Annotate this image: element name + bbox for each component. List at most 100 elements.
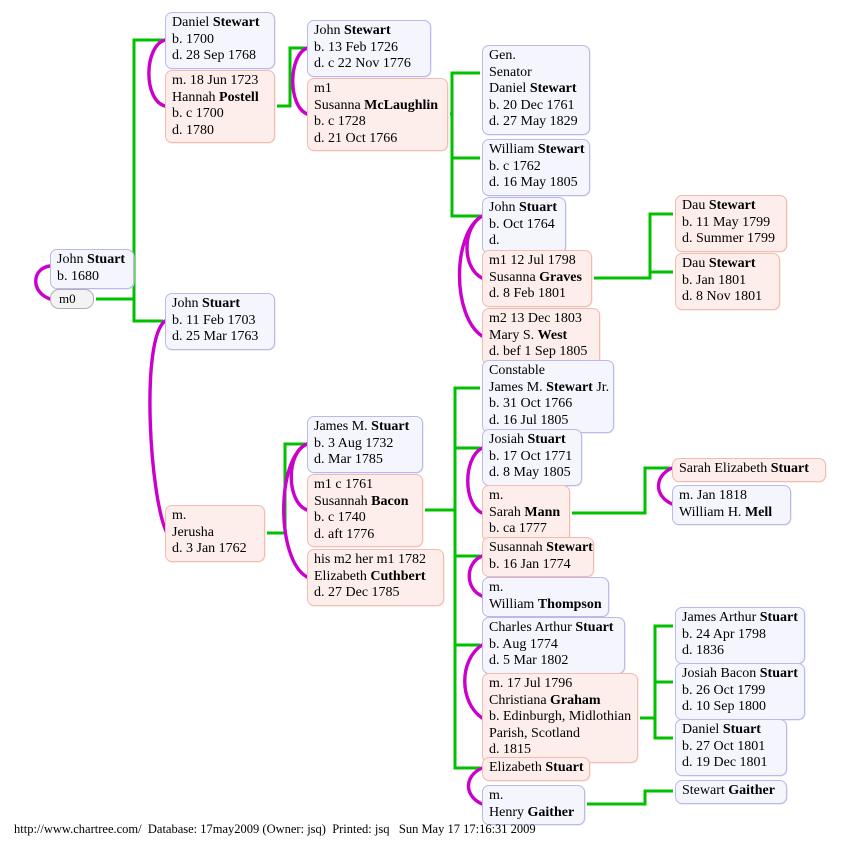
person-box[interactable]: John Stuart b. Oct 1764 d. — [482, 197, 566, 254]
union-box[interactable]: Dau Stewart b. 11 May 1799 d. Summer 1799 — [675, 195, 787, 252]
node-text-line: d. 5 Mar 1802 — [489, 653, 569, 668]
descent-to-stewart-gaither — [587, 789, 673, 806]
person-box[interactable]: Daniel Stewart b. 1700 d. 28 Sep 1768 — [165, 12, 275, 69]
person-box[interactable]: Daniel Stuart b. 27 Oct 1801 d. 19 Dec 180… — [675, 719, 787, 776]
person-box[interactable]: James M. Stuart b. 3 Aug 1732 d. Mar 1785 — [307, 416, 423, 473]
node-text-line: Susanna McLaughlin — [314, 97, 439, 113]
person-box[interactable]: Constable James M. Stewart Jr. b. 31 Oct 1… — [482, 360, 614, 433]
node-text-line: b. 26 Oct 1799 — [682, 682, 766, 698]
node-text-line: Parish, Scotland — [489, 725, 580, 741]
marriage-link-john-stuart-1764-1 — [465, 214, 484, 280]
descent-to-daniel-stuart-1801 — [653, 718, 673, 740]
node-text-line: William Thompson — [489, 596, 602, 612]
person-box[interactable]: Charles Arthur Stuart b. Aug 1774 d. 5 Mar… — [482, 617, 625, 674]
node-text-line: m. — [489, 488, 504, 503]
person-box[interactable]: m. Jan 1818 William H. Mell — [672, 485, 791, 525]
marriage-link-john-stuart-1764-2 — [457, 214, 484, 338]
person-box[interactable]: William Stewart b. c 1762 d. 16 May 1805 — [482, 139, 590, 196]
node-text-line: b. Aug 1774 — [489, 636, 558, 652]
node-text-line: d. aft 1776 — [314, 526, 375, 542]
descent-to-susannah-stewart — [453, 510, 480, 558]
node-text-line: d. Summer 1799 — [682, 231, 775, 246]
person-box[interactable]: James Arthur Stuart b. 24 Apr 1798 d. 1836 — [675, 607, 805, 664]
node-text-line: b. 24 Apr 1798 — [682, 626, 766, 642]
node-text-line: d. 28 Sep 1768 — [172, 48, 256, 63]
person-box[interactable]: John Stewart b. 13 Feb 1726 d. c 22 Nov 17… — [307, 20, 431, 77]
marriage-link-daniel-stewart — [147, 38, 167, 108]
person-box[interactable]: Josiah Bacon Stuart b. 26 Oct 1799 d. 10 S… — [675, 663, 805, 720]
node-text-line: d. 10 Sep 1800 — [682, 699, 766, 714]
descent-to-josiah-stuart — [453, 446, 480, 510]
node-text-line: Constable — [489, 363, 545, 378]
node-text-line: m1 c 1761 — [314, 477, 374, 492]
marriage-link-john-stuart-1703 — [148, 319, 169, 535]
node-text-line: Daniel Stewart — [489, 81, 577, 96]
node-text-line: d. 8 May 1805 — [489, 465, 571, 480]
node-text-line: Senator — [489, 64, 532, 80]
union-box[interactable]: Susannah Stewart b. 16 Jan 1774 — [482, 537, 594, 577]
union-box[interactable]: m. 17 Jul 1796 Christiana Graham b. Edinbu… — [482, 673, 638, 763]
family-tree-chart: John Stuart b. 1680 m0 Daniel Stewart b. 170… — [0, 0, 843, 858]
descent-to-constable-james-m-stewart — [453, 386, 480, 510]
union-box[interactable]: m1 Susanna McLaughlin b. c 1728 d. 21 Oct 1… — [307, 78, 448, 151]
node-text-line: b. 1680 — [57, 268, 99, 284]
person-box[interactable]: Gen. Senator Daniel Stewart b. 20 Dec 1761 d… — [482, 45, 590, 135]
union-box[interactable]: Dau Stewart b. Jan 1801 d. 8 Nov 1801 — [675, 253, 780, 310]
node-text-line: d. 27 May 1829 — [489, 114, 578, 129]
node-text-line: Josiah Stuart — [489, 432, 566, 447]
union-box[interactable]: m. Jerusha d. 3 Jan 1762 — [165, 505, 265, 562]
person-box[interactable]: m. William Thompson — [482, 577, 609, 617]
node-text-line: b. Jan 1801 — [682, 272, 747, 288]
union-box[interactable]: m2 13 Dec 1803 Mary S. West d. bef 1 Sep 1… — [482, 308, 600, 365]
union-box[interactable]: m. 18 Jun 1723 Hannah Postell b. c 1700 d. … — [165, 70, 275, 143]
union-box[interactable]: his m2 her m1 1782 Elizabeth Cuthbert d. 2… — [307, 549, 444, 606]
union-box[interactable]: m. Sarah Mann b. ca 1777 — [482, 485, 570, 542]
node-text-line: m1 — [314, 81, 332, 96]
node-text-line: Josiah Bacon Stuart — [682, 666, 798, 681]
node-text-line: d. 19 Dec 1801 — [682, 755, 768, 770]
person-box[interactable]: John Stuart b. 1680 — [50, 249, 134, 289]
node-text-line: b. 11 May 1799 — [682, 214, 771, 230]
descent-to-charles-arthur-stuart — [453, 556, 480, 647]
node-text-line: John Stuart — [172, 296, 241, 311]
node-text-line: b. 31 Oct 1766 — [489, 396, 573, 411]
node-text-line: b. 27 Oct 1801 — [682, 738, 766, 754]
union-box[interactable]: Elizabeth Stuart — [482, 757, 590, 781]
marriage-link-sarah-elizabeth-stuart — [656, 466, 674, 506]
descent-to-john-stewart-1726 — [277, 46, 305, 108]
descent-to-james-m-stuart — [267, 442, 305, 535]
node-text-line: d. c 22 Nov 1776 — [314, 56, 411, 71]
person-box[interactable]: m. Henry Gaither — [482, 785, 585, 825]
node-text-line: m. Jan 1818 — [679, 488, 748, 503]
marriage-link-elizabeth-stuart — [466, 766, 484, 806]
node-text-line: d. 25 Mar 1763 — [172, 329, 259, 344]
node-text-line: Hannah Postell — [172, 89, 259, 105]
node-text-line: b. 11 Feb 1703 — [172, 312, 256, 328]
node-text-line: m. 17 Jul 1796 — [489, 676, 573, 691]
node-text-line: d. bef 1 Sep 1805 — [489, 344, 588, 359]
node-text-line: b. 16 Jan 1774 — [489, 556, 571, 572]
marriage-link-john-stewart-1726 — [291, 46, 309, 116]
node-text-line: b. ca 1777 — [489, 521, 547, 536]
node-text-line: Susanna Graves — [489, 269, 582, 285]
node-text-line: b. 17 Oct 1771 — [489, 448, 573, 464]
node-text-line: d. 27 Dec 1785 — [314, 585, 400, 600]
node-text-line: d. 8 Feb 1801 — [489, 286, 566, 301]
person-box[interactable]: John Stuart b. 11 Feb 1703 d. 25 Mar 1763 — [165, 293, 275, 350]
node-text-line: m. 18 Jun 1723 — [172, 73, 259, 88]
marriage-marker[interactable]: m0 — [50, 289, 94, 309]
descent-to-elizabeth-stuart — [453, 645, 480, 770]
person-box[interactable]: Josiah Stuart b. 17 Oct 1771 d. 8 May 1805 — [482, 429, 582, 486]
node-text-line: d. 3 Jan 1762 — [172, 541, 247, 556]
union-box[interactable]: m1 c 1761 Susannah Bacon b. c 1740 d. aft 1… — [307, 474, 423, 547]
node-text-line: Sarah Mann — [489, 504, 561, 520]
node-text-line: b. 1700 — [172, 31, 214, 47]
union-box[interactable]: m1 12 Jul 1798 Susanna Graves d. 8 Feb 180… — [482, 250, 592, 307]
union-box[interactable]: Sarah Elizabeth Stuart — [672, 458, 826, 482]
marriage-link-james-m-stuart-2 — [282, 442, 309, 579]
node-text-line: m1 12 Jul 1798 — [489, 253, 576, 268]
descent-to-dau-stewart-1801 — [648, 270, 673, 278]
person-box[interactable]: Stewart Gaither — [675, 780, 787, 804]
node-text-line: Gen. — [489, 48, 516, 63]
node-text-line: b. 13 Feb 1726 — [314, 39, 398, 55]
